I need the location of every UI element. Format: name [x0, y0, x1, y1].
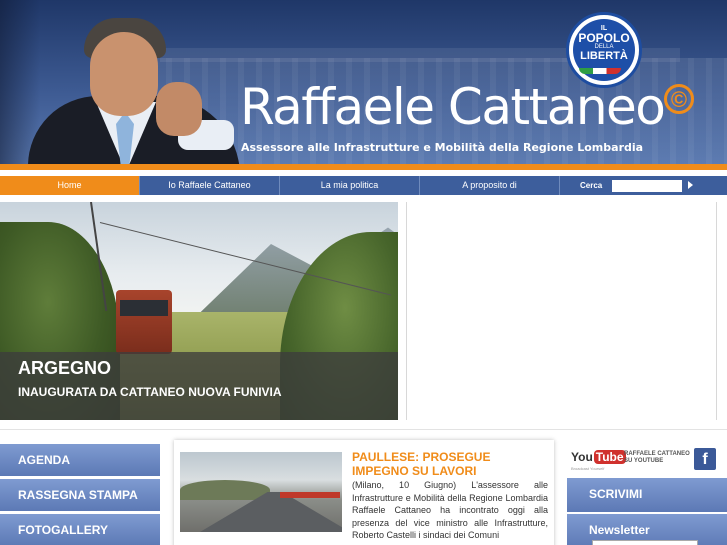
copyright-icon: ©	[664, 84, 694, 114]
youtube-channel-link[interactable]: RAFFAELE CATTANEO SU YOUTUBE	[624, 451, 692, 465]
youtube-logo-tube: Tube	[593, 450, 626, 464]
newsletter-email-field[interactable]	[592, 540, 698, 545]
youtube-logo-you: You	[571, 450, 593, 464]
portrait-face	[90, 32, 158, 116]
hero-slide[interactable]: ARGEGNO INAUGURATA DA CATTANEO NUOVA FUN…	[0, 202, 398, 420]
news-photo-hill	[180, 480, 270, 500]
sidebar-item-agenda[interactable]: AGENDA	[0, 444, 160, 476]
site-subtitle: Assessore alle Infrastrutture e Mobilità…	[241, 141, 644, 154]
party-logo-line4: LIBERTÀ	[580, 50, 628, 62]
party-logo-flag	[579, 68, 621, 74]
portrait-hand	[156, 82, 202, 136]
news-card: PAULLESE: PROSEGUE IMPEGNO SU LAVORI (Mi…	[174, 440, 554, 545]
site-header: Raffaele Cattaneo © Assessore alle Infra…	[0, 0, 727, 164]
site-title[interactable]: Raffaele Cattaneo	[240, 82, 666, 132]
facebook-icon[interactable]: f	[694, 448, 716, 470]
hero-divider	[406, 202, 407, 420]
nav-item-a-proposito-di[interactable]: A proposito di	[420, 176, 560, 195]
news-title[interactable]: PAULLESE: PROSEGUE IMPEGNO SU LAVORI	[352, 450, 548, 478]
search-label: Cerca	[580, 181, 603, 190]
hero-right-edge	[716, 202, 717, 420]
search-input[interactable]	[612, 180, 682, 192]
party-logo[interactable]: IL POPOLO DELLA LIBERTÀ	[566, 12, 642, 88]
social-strip: You Tube Broadcast Yourself RAFFAELE CATT…	[566, 444, 727, 476]
news-photo-barriers	[280, 492, 340, 498]
youtube-logo[interactable]: You Tube	[571, 450, 626, 464]
search-go-icon[interactable]	[688, 181, 693, 189]
party-logo-line2: POPOLO	[578, 31, 630, 45]
youtube-tagline: Broadcast Yourself	[571, 466, 605, 471]
sidebar-item-fotogallery[interactable]: FOTOGALLERY	[0, 514, 160, 545]
nav-item-la-mia-politica[interactable]: La mia politica	[280, 176, 420, 195]
content-divider	[0, 429, 727, 430]
nav-item-home[interactable]: Home	[0, 176, 140, 195]
hero-title[interactable]: ARGEGNO	[18, 358, 111, 379]
nav-item-io-raffaele-cattaneo[interactable]: Io Raffaele Cattaneo	[140, 176, 280, 195]
sidebar-item-rassegna-stampa[interactable]: RASSEGNA STAMPA	[0, 479, 160, 511]
hero-subtitle[interactable]: INAUGURATA DA CATTANEO NUOVA FUNIVIA	[18, 385, 282, 399]
portrait-photo	[18, 10, 240, 164]
news-photo[interactable]	[180, 452, 342, 532]
news-body: (Milano, 10 Giugno) L'assessore alle Inf…	[352, 480, 548, 540]
scrivimi-button[interactable]: SCRIVIMI	[567, 478, 727, 512]
hero-cable-car-window	[120, 300, 168, 316]
main-nav: Home Io Raffaele Cattaneo La mia politic…	[0, 176, 727, 195]
